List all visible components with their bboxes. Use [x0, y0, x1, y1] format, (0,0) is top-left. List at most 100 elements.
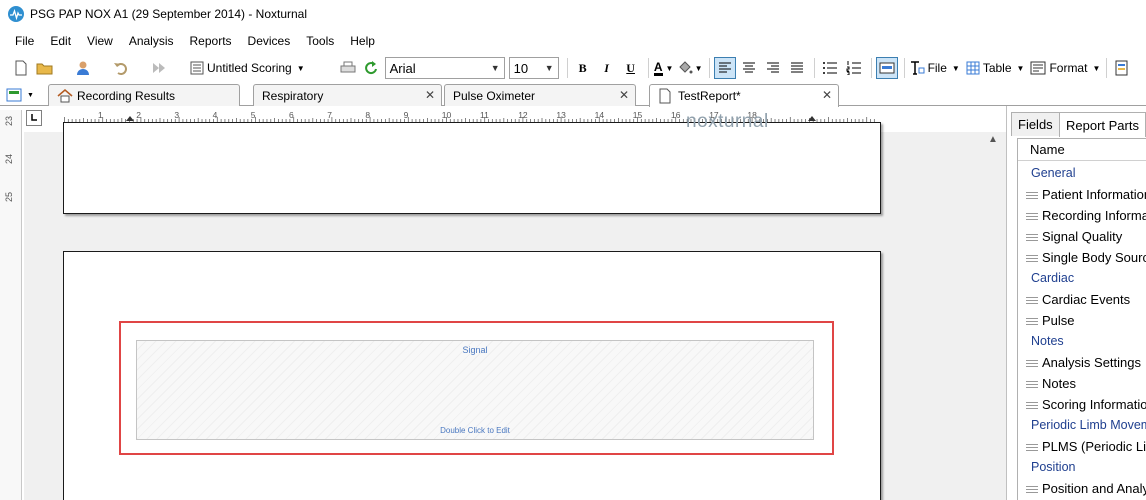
menu-help[interactable]: Help — [342, 30, 383, 52]
left-tab-icon — [31, 114, 37, 121]
tree-item[interactable]: Scoring Information — [1018, 394, 1146, 415]
close-icon[interactable]: ✕ — [619, 88, 629, 102]
tree-item-label: Pulse — [1042, 313, 1075, 328]
close-icon[interactable]: ✕ — [425, 88, 435, 102]
undo-arrow-icon — [114, 63, 127, 75]
table-button[interactable]: Table ▼ — [966, 57, 1025, 79]
menu-tools[interactable]: Tools — [298, 30, 342, 52]
tree-item[interactable]: Analysis Settings — [1018, 352, 1141, 373]
report-parts-tree: Name General Patient Information Recording… — [1017, 138, 1146, 500]
menu-analysis[interactable]: Analysis — [121, 30, 182, 52]
align-center-button[interactable] — [738, 57, 760, 79]
tree-category[interactable]: Position — [1018, 457, 1075, 478]
justify-icon — [790, 62, 803, 73]
chevron-down-icon: ▼ — [1016, 63, 1025, 73]
undo-scoring-button[interactable] — [110, 57, 132, 79]
menu-file[interactable]: File — [0, 30, 42, 52]
report-part-icon — [1026, 486, 1038, 494]
print-button[interactable] — [337, 57, 359, 79]
report-canvas[interactable]: noxturnal Signal Double Click to Edit — [24, 111, 1006, 500]
tab-label: Recording Results — [77, 88, 176, 103]
scoring-dropdown[interactable]: Untitled Scoring ▼ — [190, 57, 305, 79]
tree-item[interactable]: Recording Information — [1018, 205, 1146, 226]
tree-category[interactable]: Cardiac — [1018, 268, 1074, 289]
font-color-icon: A — [653, 59, 663, 76]
tree-item[interactable]: PLMS (Periodic Limb — [1018, 436, 1146, 457]
scroll-up-icon[interactable]: ▲ — [984, 134, 1002, 145]
tree-item[interactable]: Signal Quality — [1018, 226, 1122, 247]
report-part-icon — [1026, 192, 1038, 200]
tab-stop-selector[interactable] — [26, 110, 42, 126]
menu-reports[interactable]: Reports — [182, 30, 240, 52]
tab-label: Report Parts — [1066, 117, 1139, 133]
open-button[interactable] — [34, 57, 56, 79]
h-ruler-label: 11 — [480, 110, 489, 120]
tab-label: Pulse Oximeter — [453, 88, 536, 103]
insert-file-button[interactable]: File ▼ — [909, 57, 960, 79]
chevron-down-icon: ▼ — [694, 63, 703, 73]
tab-fields[interactable]: Fields — [1011, 112, 1060, 136]
scoring-icon — [190, 61, 204, 75]
tab-report-parts[interactable]: Report Parts — [1059, 112, 1146, 137]
font-size-value: 10 — [513, 60, 529, 76]
tree-item[interactable]: Notes — [1018, 373, 1076, 394]
tab-pulse-oximeter[interactable]: Pulse Oximeter ✕ — [444, 84, 636, 106]
align-left-button[interactable] — [713, 57, 736, 79]
tab-test-report[interactable]: TestReport* ✕ — [649, 84, 839, 107]
forward-button[interactable] — [148, 57, 170, 79]
h-ruler-label: 8 — [365, 110, 370, 120]
tab-list-button[interactable]: ▼ — [6, 86, 36, 104]
menu-edit[interactable]: Edit — [42, 30, 79, 52]
tab-recording-results[interactable]: Recording Results — [48, 84, 240, 106]
font-name-select[interactable]: Arial ▼ — [384, 57, 505, 79]
underline-label: U — [626, 60, 635, 75]
menu-bar: File Edit View Analysis Reports Devices … — [0, 30, 383, 52]
font-color-button[interactable]: A ▼ — [653, 57, 675, 79]
align-left-icon — [718, 62, 731, 73]
bullets-button[interactable] — [819, 57, 841, 79]
tree-item[interactable]: Patient Information — [1018, 184, 1146, 205]
report-part-icon — [1026, 234, 1038, 242]
h-ruler-label: 1 — [98, 110, 103, 120]
report-settings-icon — [1115, 60, 1128, 76]
justify-button[interactable] — [786, 57, 808, 79]
font-size-select[interactable]: 10 ▼ — [508, 57, 559, 79]
menu-view[interactable]: View — [79, 30, 121, 52]
tab-label: TestReport* — [678, 89, 741, 103]
new-document-button[interactable] — [10, 57, 32, 79]
h-ruler-label: 3 — [174, 110, 179, 120]
italic-button[interactable]: I — [596, 57, 618, 79]
align-right-button[interactable] — [762, 57, 784, 79]
page-layout-button[interactable] — [875, 57, 898, 79]
vertical-scrollbar[interactable]: ▲ — [984, 132, 1002, 500]
bold-button[interactable]: B — [572, 57, 594, 79]
h-ruler-label: 15 — [633, 110, 643, 120]
column-header-name[interactable]: Name — [1018, 139, 1146, 161]
document-tab-strip: ▼ Recording Results Respiratory ✕ Pulse … — [0, 84, 1146, 107]
tree-category[interactable]: General — [1018, 163, 1075, 184]
tree-category[interactable]: Notes — [1018, 331, 1064, 352]
tree-item[interactable]: Pulse — [1018, 310, 1075, 331]
tree-category[interactable]: Periodic Limb Movements — [1018, 415, 1146, 436]
tab-respiratory[interactable]: Respiratory ✕ — [253, 84, 442, 106]
chevron-down-icon: ▼ — [544, 63, 554, 73]
font-name-value: Arial — [389, 60, 416, 76]
format-icon — [1030, 61, 1046, 75]
report-part-icon — [1026, 402, 1038, 410]
tree-item[interactable]: Single Body Source — [1018, 247, 1146, 268]
tree-item-label: Scoring Information — [1042, 397, 1146, 412]
report-part-icon — [1026, 381, 1038, 389]
underline-button[interactable]: U — [620, 57, 642, 79]
report-part-icon — [1026, 297, 1038, 305]
report-settings-button[interactable] — [1111, 57, 1133, 79]
h-ruler-label: 2 — [136, 110, 141, 120]
fill-color-button[interactable]: ▼ — [677, 57, 703, 79]
tree-item[interactable]: Cardiac Events — [1018, 289, 1130, 310]
menu-devices[interactable]: Devices — [240, 30, 299, 52]
refresh-button[interactable] — [361, 57, 383, 79]
close-icon[interactable]: ✕ — [822, 88, 832, 102]
patient-button[interactable] — [72, 57, 94, 79]
tree-item[interactable]: Position and Analysis — [1018, 478, 1146, 499]
format-button[interactable]: Format ▼ — [1030, 57, 1100, 79]
numbering-button[interactable] — [843, 57, 865, 79]
